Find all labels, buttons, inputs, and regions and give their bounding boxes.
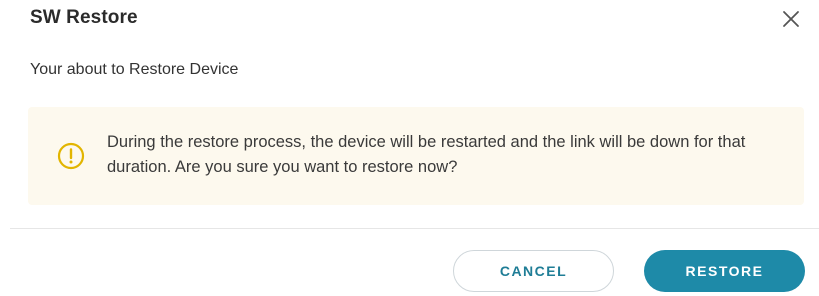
- warning-message-box: During the restore process, the device w…: [28, 107, 804, 205]
- close-button[interactable]: [781, 9, 801, 29]
- close-icon: [781, 9, 801, 29]
- warning-circle-icon: [57, 142, 85, 170]
- sw-restore-dialog: SW Restore Your about to Restore Device …: [0, 0, 819, 296]
- restore-button[interactable]: RESTORE: [644, 250, 805, 292]
- warning-text: During the restore process, the device w…: [107, 133, 746, 176]
- footer-divider: [10, 228, 819, 229]
- cancel-button[interactable]: CANCEL: [453, 250, 614, 292]
- dialog-subtitle: Your about to Restore Device: [30, 61, 239, 78]
- dialog-title: SW Restore: [30, 7, 138, 28]
